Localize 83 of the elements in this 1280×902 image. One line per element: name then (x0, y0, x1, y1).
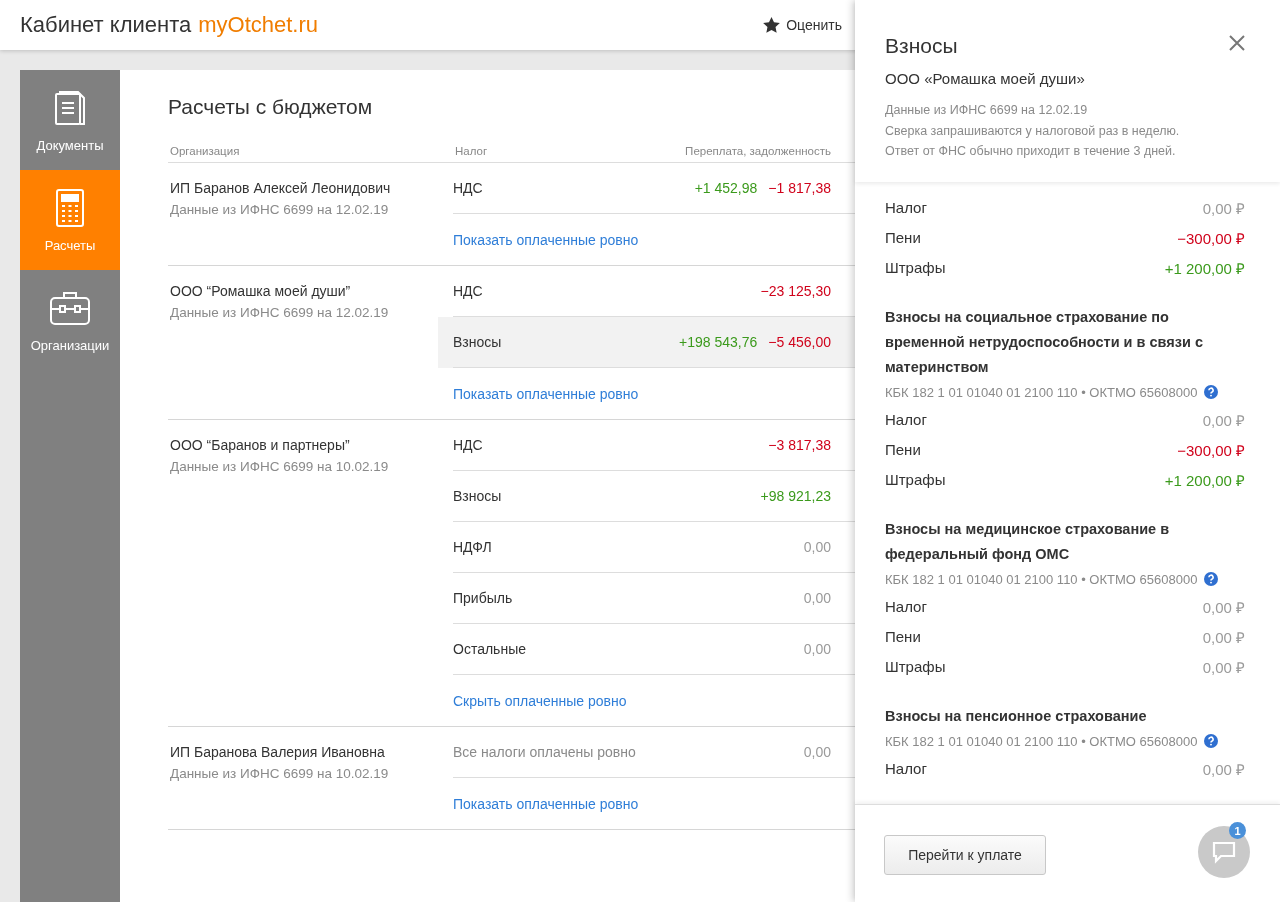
amount: −1 817,38 (768, 180, 831, 196)
charge-amount: 0,00 ₽ (1202, 198, 1245, 218)
tax-name: НДС (453, 283, 484, 299)
info-note: Данные из ИФНС 6699 на 12.02.19 (885, 102, 1089, 119)
chat-button[interactable] (1198, 826, 1250, 878)
charge-label: Налог (885, 411, 927, 428)
group-title: Взносы на социальное страхование по временной нетрудоспособности и в связи с материнством (885, 307, 1204, 377)
data-source-note: Данные из ИФНС 6699 на 10.02.19 (170, 459, 390, 474)
organization-name: ИП Баранов Алексей Леонидович (170, 180, 392, 196)
close-icon[interactable] (1229, 35, 1245, 51)
organization-name: ООО “Ромашка моей души” (170, 283, 352, 299)
panel-title: Взносы (885, 33, 958, 59)
charge-amount: 0,00 ₽ (1202, 627, 1245, 647)
info-note: Сверка запрашиваются у налоговой раз в неделю. (885, 122, 1181, 140)
charge-amount: −300,00 ₽ (1177, 440, 1245, 460)
toggle-paid-link[interactable]: Показать оплаченные ровно (453, 385, 639, 402)
amount: +98 921,23 (760, 488, 831, 504)
sidebar-item[interactable]: Документы (20, 70, 120, 170)
tax-row[interactable]: Взносы +198 543,76 −5 456,00 (438, 317, 855, 368)
status-note: Все налоги оплачены ровно (453, 744, 637, 760)
page-title: Расчеты с бюджетом (168, 94, 373, 120)
rate-link[interactable]: Оценить (786, 17, 842, 33)
notification-badge: 1 (1229, 822, 1246, 839)
organization-name: ООО “Баранов и партнеры” (170, 437, 351, 453)
charge-amount: 0,00 ₽ (1202, 657, 1245, 677)
charge-amount: +1 200,00 ₽ (1164, 470, 1245, 490)
app-title: Кабинет клиента (20, 12, 192, 38)
tax-name: Остальные (453, 641, 527, 657)
charge-label: Налог (885, 598, 927, 615)
amount: 0,00 (803, 641, 831, 657)
tax-name: Взносы (453, 334, 503, 350)
toggle-paid-link[interactable]: Скрыть оплаченные ровно (453, 692, 627, 709)
amount: +1 452,98 (694, 180, 758, 196)
amount: 0,00 (803, 539, 831, 555)
charge-amount: +1 200,00 ₽ (1164, 258, 1245, 278)
charge-amount: 0,00 ₽ (1202, 759, 1245, 779)
column-header: Переплата, задолженность (685, 145, 831, 157)
tax-name: Взносы (453, 488, 503, 504)
pay-button[interactable]: Перейти к уплате (884, 835, 1046, 875)
charge-label: Штрафы (885, 658, 946, 675)
tax-name: НДФЛ (453, 539, 493, 555)
charge-amount: 0,00 ₽ (1202, 597, 1245, 617)
info-note: Ответ от ФНС обычно приходит в течение 3 дней. (885, 143, 1177, 160)
organization-name: ИП Баранова Валерия Ивановна (170, 744, 386, 760)
budget-codes: КБК 182 1 01 01040 01 2100 110 • ОКТМО 65608000 (885, 383, 1198, 402)
organization-name: ООО «Ромашка моей души» (885, 70, 1086, 87)
group-title: Взносы на пенсионное страхование (885, 706, 1148, 726)
column-header: Налог (455, 145, 489, 157)
charge-label: Пени (885, 229, 921, 246)
charge-label: Налог (885, 760, 927, 777)
amount: −23 125,30 (760, 283, 831, 299)
column-header: Организация (170, 145, 241, 157)
toggle-paid-link[interactable]: Показать оплаченные ровно (453, 231, 639, 248)
amount: 0,00 (803, 744, 831, 760)
toggle-paid-link[interactable]: Показать оплаченные ровно (453, 795, 639, 812)
data-source-note: Данные из ИФНС 6699 на 12.02.19 (170, 202, 390, 217)
calculator-icon (56, 188, 84, 227)
data-source-note: Данные из ИФНС 6699 на 12.02.19 (170, 305, 390, 320)
amount: −3 817,38 (768, 437, 831, 453)
group-title: Взносы на медицинское страхование в федеральный фонд ОМС (885, 519, 1171, 564)
help-icon[interactable] (1204, 734, 1219, 748)
sidebar-item[interactable]: Организации (20, 270, 120, 370)
charge-amount: 0,00 ₽ (1202, 410, 1245, 430)
amount: −5 456,00 (768, 334, 831, 350)
amount: 0,00 (803, 590, 831, 606)
tax-name: НДС (453, 437, 484, 453)
documents-icon (54, 88, 86, 127)
budget-codes: КБК 182 1 01 01040 01 2100 110 • ОКТМО 65608000 (885, 570, 1198, 589)
budget-codes: КБК 182 1 01 01040 01 2100 110 • ОКТМО 65608000 (885, 732, 1198, 751)
amount: +198 543,76 (679, 334, 758, 350)
charge-label: Штрафы (885, 471, 946, 488)
charge-label: Штрафы (885, 259, 946, 276)
briefcase-icon (50, 290, 90, 325)
help-icon[interactable] (1204, 385, 1219, 399)
star-icon[interactable] (763, 17, 781, 33)
help-icon[interactable] (1204, 572, 1219, 586)
charge-amount: −300,00 ₽ (1177, 228, 1245, 248)
tax-name: Прибыль (453, 590, 514, 606)
charge-label: Пени (885, 628, 921, 645)
charge-label: Пени (885, 441, 921, 458)
charge-label: Налог (885, 199, 927, 216)
tax-name: НДС (453, 180, 484, 196)
data-source-note: Данные из ИФНС 6699 на 10.02.19 (170, 766, 390, 781)
